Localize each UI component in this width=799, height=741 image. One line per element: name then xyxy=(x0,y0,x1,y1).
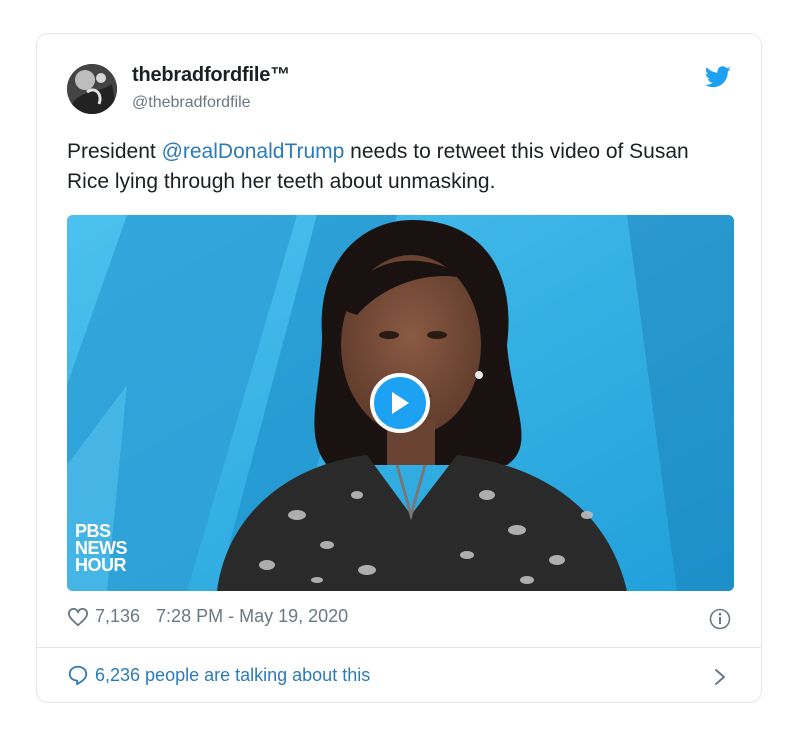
mention-link[interactable]: @realDonaldTrump xyxy=(162,140,345,163)
heart-icon[interactable] xyxy=(67,607,89,627)
pbs-newshour-logo: PBS NEWS HOUR xyxy=(75,522,128,575)
play-button[interactable] xyxy=(370,373,430,433)
speech-bubble-icon xyxy=(68,665,88,686)
like-count[interactable]: 7,136 xyxy=(95,606,140,627)
video-player[interactable]: PBS NEWS HOUR xyxy=(67,215,734,591)
chevron-right-icon[interactable] xyxy=(713,666,727,688)
user-handle[interactable]: @thebradfordfile xyxy=(132,94,251,112)
twitter-bird-icon[interactable] xyxy=(705,66,731,88)
tweet-text: President @realDonaldTrump needs to retw… xyxy=(67,137,707,197)
timestamp[interactable]: 7:28 PM - May 19, 2020 xyxy=(156,606,348,627)
avatar-image xyxy=(67,64,117,114)
info-icon[interactable] xyxy=(709,608,731,630)
talking-count-label: 6,236 people are talking about this xyxy=(95,664,371,685)
tweet-meta: 7,136 7:28 PM - May 19, 2020 xyxy=(67,606,348,627)
tweet-card: thebradfordfile™ @thebradfordfile Presid… xyxy=(36,33,762,703)
tweet-text-start: President xyxy=(67,140,162,163)
conversation-link[interactable]: 6,236 people are talking about this xyxy=(67,664,370,686)
logo-line-3: HOUR xyxy=(75,555,127,575)
divider xyxy=(37,647,761,648)
display-name[interactable]: thebradfordfile™ xyxy=(132,64,290,87)
avatar[interactable] xyxy=(67,64,117,114)
play-icon xyxy=(392,392,409,414)
